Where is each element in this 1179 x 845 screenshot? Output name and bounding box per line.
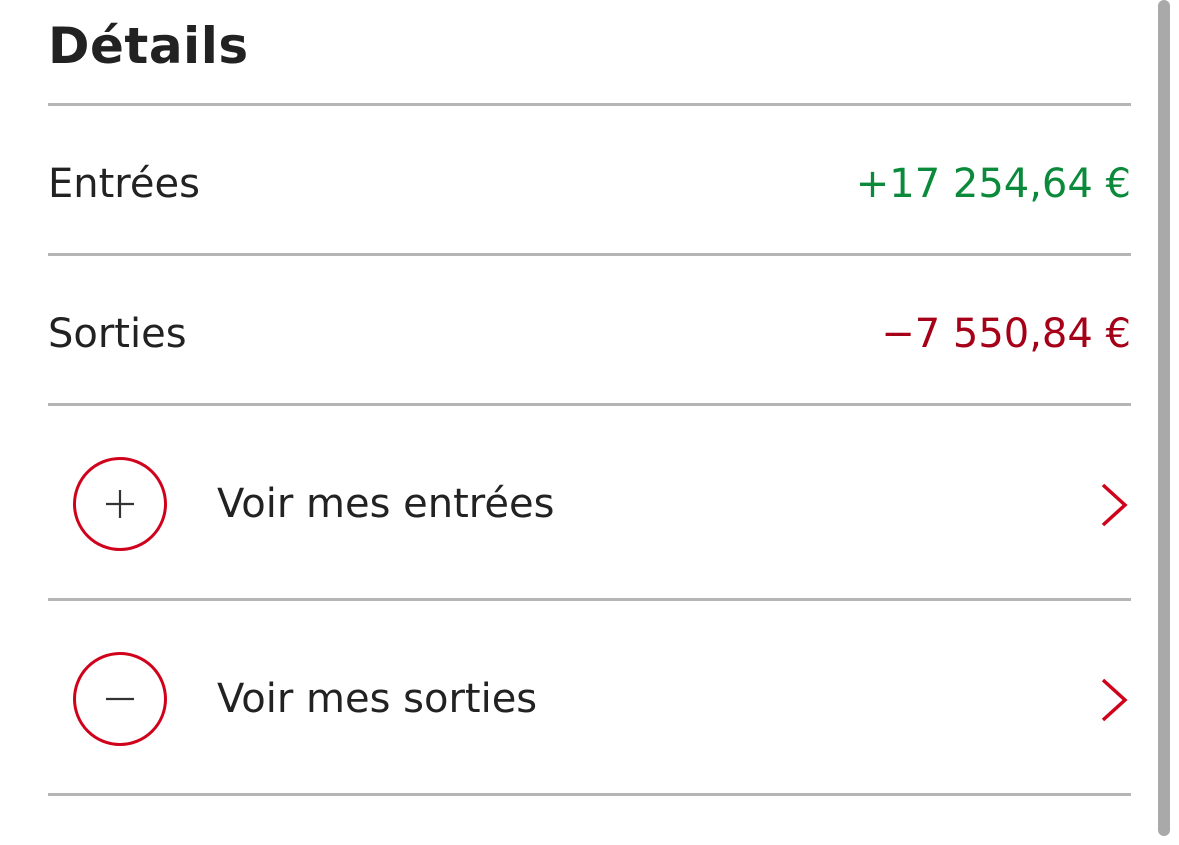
plus-icon: [73, 457, 167, 551]
page-title: Détails: [48, 17, 249, 75]
voir-mes-entrees-label: Voir mes entrées: [217, 481, 555, 527]
entrees-amount: +17 254,64 €: [855, 161, 1131, 207]
divider: [48, 253, 1131, 256]
minus-icon: [73, 652, 167, 746]
voir-mes-sorties-label: Voir mes sorties: [217, 676, 538, 722]
entrees-label: Entrées: [48, 161, 200, 207]
voir-mes-sorties-link[interactable]: Voir mes sorties: [48, 601, 1131, 793]
chevron-right-icon: [1101, 678, 1128, 722]
voir-mes-entrees-link[interactable]: Voir mes entrées: [48, 406, 1131, 598]
details-panel: Détails Entrées +17 254,64 € Sorties −7 …: [0, 0, 1179, 845]
divider: [48, 103, 1131, 106]
chevron-right-icon: [1101, 483, 1128, 527]
scrollbar[interactable]: [1158, 0, 1170, 836]
sorties-label: Sorties: [48, 311, 187, 357]
divider: [48, 793, 1131, 796]
sorties-amount: −7 550,84 €: [881, 311, 1131, 357]
